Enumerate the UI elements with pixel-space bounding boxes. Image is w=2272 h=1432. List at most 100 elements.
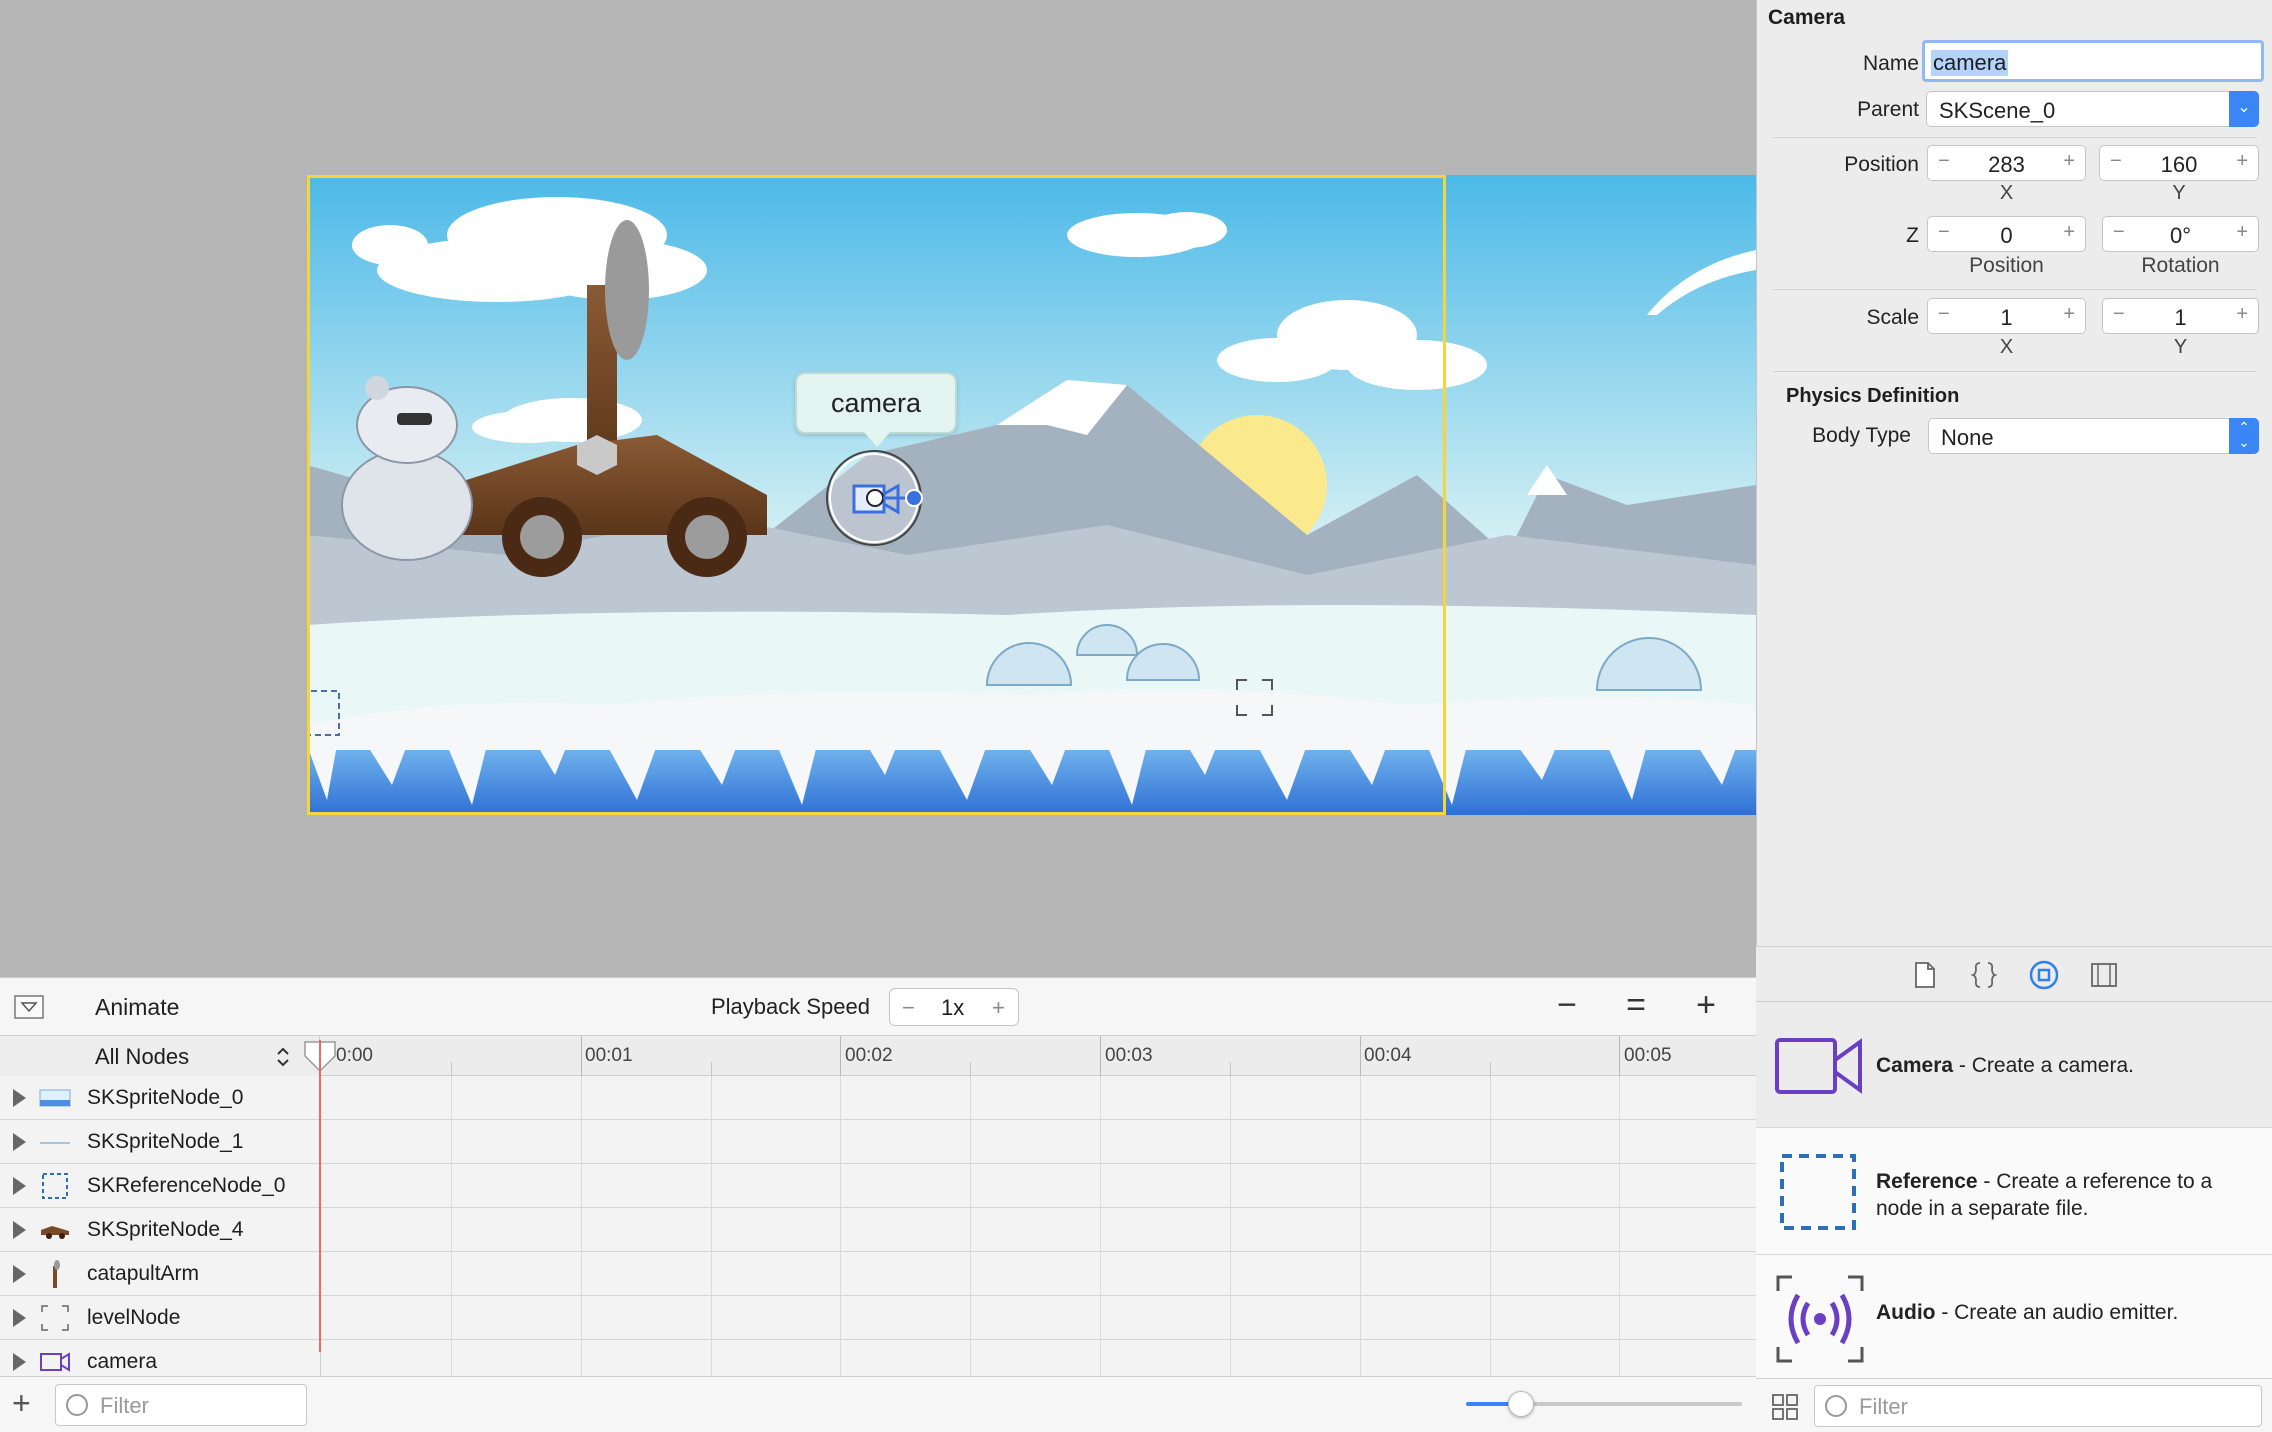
spritekit-scene-editor: camera Animate Playback Speed − 1x + − =… (0, 0, 2272, 1432)
increment-button[interactable]: + (2236, 150, 2248, 173)
track-lane[interactable] (320, 1164, 1756, 1208)
scale-label: Scale (1866, 306, 1919, 329)
disclosure-triangle-icon[interactable] (13, 1089, 26, 1107)
body-type-value: None (1941, 425, 1994, 450)
reference-icon (42, 1173, 68, 1199)
playhead[interactable] (319, 1040, 321, 1352)
increment-button[interactable]: + (2236, 303, 2248, 326)
name-label: Name (1862, 52, 1919, 75)
zoom-fit-button[interactable]: = (1619, 988, 1653, 1024)
speed-decrease-button[interactable]: − (902, 995, 915, 1021)
playback-speed-label: Playback Speed (711, 994, 870, 1019)
file-template-icon[interactable] (1913, 961, 1937, 989)
scene-canvas[interactable]: camera (0, 0, 1756, 977)
scale-x-stepper[interactable]: − 1 + (1927, 298, 2086, 334)
track-row[interactable]: SKSpriteNode_4 (0, 1208, 1756, 1252)
game-scene[interactable] (307, 175, 1756, 815)
library-item-text: Reference - Create a reference to a node… (1876, 1168, 2256, 1222)
disclosure-triangle-icon[interactable] (13, 1309, 26, 1327)
timeline-ruler[interactable]: All Nodes 0:00 00:01 00:02 00:03 00:04 0… (0, 1036, 1756, 1076)
line-sprite-icon (40, 1142, 70, 1144)
track-row[interactable]: catapultArm (0, 1252, 1756, 1296)
track-lane[interactable] (320, 1120, 1756, 1164)
zoom-in-button[interactable]: + (1689, 988, 1723, 1024)
x-label: X (1999, 336, 2014, 358)
name-field[interactable]: camera (1922, 40, 2264, 82)
playback-speed-stepper[interactable]: − 1x + (889, 988, 1019, 1026)
ruler-minor-tick (1230, 1062, 1231, 1076)
grid-line (1100, 1076, 1101, 1376)
track-lane[interactable] (320, 1296, 1756, 1340)
body-type-select[interactable]: None ⌃ ⌄ (1928, 418, 2259, 454)
media-library-icon[interactable] (2090, 961, 2118, 989)
ruler-tick (1360, 1036, 1361, 1076)
grid-line (1619, 1076, 1620, 1376)
increment-button[interactable]: + (2063, 303, 2075, 326)
section-title: Camera (1768, 6, 1846, 29)
z-position-sublabel: Position (1969, 254, 2044, 277)
grid-view-icon[interactable] (1771, 1393, 1799, 1421)
divider (1773, 137, 2257, 138)
zoom-out-button[interactable]: − (1550, 988, 1584, 1024)
increment-button[interactable]: + (2236, 221, 2248, 244)
position-x-stepper[interactable]: − 283 + (1927, 145, 2086, 181)
increment-button[interactable]: + (2063, 221, 2075, 244)
camera-node-handle[interactable] (824, 446, 928, 550)
ruler-tick (581, 1036, 582, 1076)
disclosure-triangle-icon[interactable] (13, 1133, 26, 1151)
library-item-camera[interactable]: Camera - Create a camera. (1756, 1002, 2272, 1128)
object-library-icon[interactable] (2028, 959, 2060, 991)
z-position-value: 0 (2000, 223, 2013, 248)
track-name: SKReferenceNode_0 (87, 1174, 286, 1197)
disclosure-triangle-icon[interactable] (13, 1265, 26, 1283)
grid-line (581, 1076, 582, 1376)
track-row[interactable]: SKReferenceNode_0 (0, 1164, 1756, 1208)
track-lane[interactable] (320, 1076, 1756, 1120)
grid-line (970, 1076, 971, 1376)
rotation-stepper[interactable]: − 0° + (2102, 216, 2259, 252)
node-filter-popup[interactable]: All Nodes (0, 1036, 320, 1076)
increment-button[interactable]: + (2063, 150, 2075, 173)
grid-line (1230, 1076, 1231, 1376)
library-item-audio[interactable]: Audio - Create an audio emitter. (1756, 1255, 2272, 1378)
node-filter-field[interactable]: Filter (55, 1384, 307, 1426)
disclosure-triangle-icon[interactable] (13, 1177, 26, 1195)
camera-icon (1775, 1038, 1862, 1094)
reference-icon (1780, 1154, 1856, 1230)
cart-sprite-icon (41, 1226, 69, 1239)
rotation-value: 0° (2169, 223, 2192, 248)
position-label: Position (1844, 153, 1919, 176)
track-row[interactable]: SKSpriteNode_0 (0, 1076, 1756, 1120)
scale-y-stepper[interactable]: − 1 + (2102, 298, 2259, 334)
code-snippet-icon[interactable] (1971, 961, 1997, 989)
speed-increase-button[interactable]: + (992, 995, 1005, 1021)
track-name: SKSpriteNode_0 (87, 1086, 244, 1109)
collapse-panel-icon[interactable] (14, 995, 44, 1019)
add-button[interactable]: + (12, 1385, 31, 1422)
disclosure-triangle-icon[interactable] (13, 1353, 26, 1371)
ruler-minor-tick (1490, 1062, 1491, 1076)
chevron-down-icon: ⌄ (2229, 91, 2259, 127)
track-lane[interactable] (320, 1252, 1756, 1296)
library-item-reference[interactable]: Reference - Create a reference to a node… (1756, 1128, 2272, 1255)
parent-select[interactable]: SKScene_0 ⌄ (1926, 91, 2259, 127)
library-item-title: Audio (1876, 1301, 1936, 1324)
track-row[interactable]: SKSpriteNode_1 (0, 1120, 1756, 1164)
library-footer: Filter (1756, 1378, 2272, 1432)
library-filter-field[interactable]: Filter (1814, 1385, 2262, 1427)
grid-line (840, 1076, 841, 1376)
divider (1773, 289, 2257, 290)
library-item-title: Camera (1876, 1054, 1954, 1077)
disclosure-triangle-icon[interactable] (13, 1221, 26, 1239)
timeline-zoom-slider-knob[interactable] (1508, 1391, 1534, 1417)
ruler-label: 00:01 (585, 1045, 633, 1066)
filter-placeholder: Filter (1859, 1394, 1908, 1419)
track-lane[interactable] (320, 1208, 1756, 1252)
position-y-stepper[interactable]: − 160 + (2099, 145, 2259, 181)
z-position-stepper[interactable]: − 0 + (1927, 216, 2086, 252)
track-name: catapultArm (87, 1262, 200, 1285)
track-row[interactable]: levelNode (0, 1296, 1756, 1340)
library-item-desc: - Create an audio emitter. (1935, 1301, 2179, 1324)
camera-callout-tail (863, 431, 891, 447)
grid-line (451, 1076, 452, 1376)
